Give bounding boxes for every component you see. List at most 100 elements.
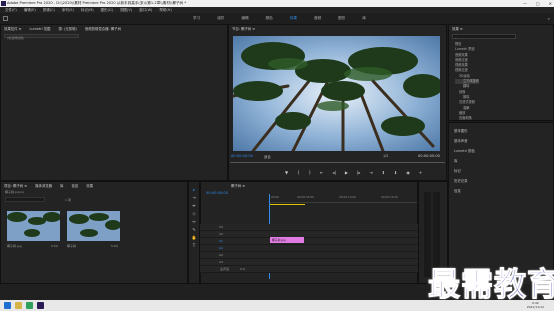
track-v3[interactable]: V3 (200, 224, 418, 231)
timeline-clip[interactable]: 椰子树.jpg (270, 237, 304, 243)
add-icon[interactable]: + (419, 170, 422, 175)
slip-tool-icon[interactable]: ↔ (192, 219, 195, 224)
minimize-button[interactable]: — (523, 1, 527, 6)
transport-controls: ▼ { } ⇤ ◂| ▶ |▸ ⇥ ⬆ ⬇ ◉ + (285, 170, 422, 175)
track-select-tool-icon[interactable]: ⇥ (192, 195, 195, 200)
tab-timeline-sequence[interactable]: 椰子树 ≡ (231, 183, 245, 188)
panel-markers[interactable]: 标记 (454, 166, 548, 176)
maximize-button[interactable]: □ (536, 1, 540, 6)
menu-sequence[interactable]: 序列(S) (62, 8, 74, 13)
track-master: 主声道 0.0 (200, 266, 418, 273)
workspace-color[interactable]: 颜色 (266, 16, 273, 21)
item-count: 1 项 (65, 198, 71, 202)
menu-view[interactable]: 视图(V) (120, 8, 132, 13)
export-frame-icon[interactable]: ◉ (406, 170, 410, 175)
lift-icon[interactable]: ⬆ (382, 170, 385, 175)
track-a3[interactable]: A3 (200, 259, 418, 266)
file-explorer-icon[interactable] (15, 302, 22, 309)
workspace-editing[interactable]: 编辑 (241, 16, 248, 21)
in-point-icon[interactable]: { (297, 170, 300, 175)
track-v2[interactable]: V2 (200, 231, 418, 238)
hand-tool-icon[interactable]: ✋ (192, 235, 197, 240)
razor-tool-icon[interactable]: ◇ (192, 211, 195, 216)
step-forward-icon[interactable]: |▸ (357, 170, 360, 175)
menu-marker[interactable]: 标记(M) (81, 8, 94, 13)
palm-trees-image (233, 36, 440, 151)
selection-tool-icon[interactable]: ▸ (193, 187, 195, 192)
project-item-duration: 5:00 (51, 244, 58, 248)
home-icon[interactable] (3, 16, 8, 21)
tab-source[interactable]: 源: (无剪辑) (58, 26, 76, 31)
tab-effects-short[interactable]: 效果 (86, 183, 93, 188)
tab-media-browser[interactable]: 媒体浏览器 (35, 183, 52, 188)
track-v1[interactable]: V1 (200, 238, 418, 245)
tab-effect-controls[interactable]: 效果控件 ≡ (4, 26, 21, 31)
tab-effects[interactable]: 效果 ≡ (452, 26, 463, 31)
close-button[interactable]: ✕ (549, 1, 552, 6)
workspace-audio[interactable]: 音频 (314, 16, 321, 21)
panel-libraries[interactable]: 库 (454, 156, 548, 166)
track-a1[interactable]: A1 (200, 245, 418, 252)
ripple-edit-tool-icon[interactable]: ⇹ (192, 203, 195, 208)
menu-window[interactable]: 窗口(W) (139, 8, 152, 13)
tab-lumetri-scopes[interactable]: Lumetri 范围 (29, 26, 50, 31)
panel-history[interactable]: 历史记录 (454, 176, 548, 186)
tab-libraries[interactable]: 库 (60, 183, 63, 188)
pen-tool-icon[interactable]: ✎ (192, 227, 195, 232)
zoom-select[interactable]: 适合 (264, 154, 271, 159)
menu-file[interactable]: 文件(F) (5, 8, 17, 13)
timeline-timecode[interactable]: 00:00:00:00 (206, 191, 228, 195)
workspace-graphics[interactable]: 图形 (338, 16, 345, 21)
menu-graphics[interactable]: 图形(G) (101, 8, 113, 13)
start-icon[interactable] (4, 302, 11, 309)
tab-info[interactable]: 信息 (71, 183, 78, 188)
taskbar: 9:40 2021/11/12 (0, 300, 554, 311)
ruler-tick: 00:00:05:00 (297, 195, 315, 199)
extract-icon[interactable]: ⬇ (394, 170, 397, 175)
marker-icon[interactable]: ▼ (285, 170, 288, 175)
clip-selector[interactable]: (未选择剪辑) (4, 34, 79, 40)
go-to-out-icon[interactable]: ⇥ (369, 170, 372, 175)
project-item-name: 椰子树.jpg (7, 244, 22, 248)
tab-project[interactable]: 项目: 椰子树 ≡ (4, 183, 27, 188)
ruler-tick: 00:00:15:00 (381, 195, 399, 199)
work-area-bar[interactable] (270, 204, 305, 205)
workspace-libraries[interactable]: 库 (362, 16, 366, 21)
panel-lumetri-color[interactable]: Lumetri 颜色 (454, 146, 548, 156)
effects-search-input[interactable]: ⌕ (452, 34, 516, 40)
project-sequence-thumbnail[interactable] (67, 211, 120, 241)
browser-icon[interactable] (26, 302, 33, 309)
search-icon[interactable]: ⌕ (548, 16, 550, 21)
timeline-ruler[interactable]: 00:00 00:00:05:00 00:00:10:00 00:00:15:0… (269, 195, 417, 203)
menu-edit[interactable]: 编辑(E) (24, 8, 36, 13)
program-timecode-duration: 00:00:05:00 (418, 154, 440, 158)
go-to-in-icon[interactable]: ⇤ (320, 170, 323, 175)
tab-audio-mixer[interactable]: 音频剪辑混合器: 椰子树 (85, 26, 121, 31)
step-back-icon[interactable]: ◂| (333, 170, 336, 175)
project-search-input[interactable] (5, 197, 45, 202)
workspace-assembly[interactable]: 组件 (217, 16, 224, 21)
panel-essential-sound[interactable]: 基本声音 (454, 136, 548, 146)
resolution-select[interactable]: 1/2 (383, 154, 388, 158)
panel-essential-graphics[interactable]: 基本图形 (454, 126, 548, 136)
program-video-frame (233, 36, 440, 151)
workspace-effects[interactable]: 效果 (290, 16, 297, 21)
program-timecode-current[interactable]: 00:00:00:00 (231, 154, 253, 158)
menu-clip[interactable]: 剪辑(C) (43, 8, 55, 13)
panel-info[interactable]: 信息 (454, 186, 548, 196)
premiere-taskbar-icon[interactable] (37, 302, 44, 309)
playhead-bar[interactable] (230, 162, 445, 163)
out-point-icon[interactable]: } (309, 170, 312, 175)
effects-item[interactable]: 页面剥落 (455, 116, 479, 121)
project-item-thumbnail[interactable] (7, 211, 60, 241)
tab-program[interactable]: 节目: 椰子树 ≡ (232, 26, 255, 31)
type-tool-icon[interactable]: T (193, 243, 195, 248)
window-title: Adobe Premiere Pro 2020 - D:\\2020\\素材 P… (7, 1, 187, 5)
workspace-learn[interactable]: 学习 (193, 16, 200, 21)
project-sequence-duration: 5:00 (111, 244, 118, 248)
track-a2[interactable]: A2 (200, 252, 418, 259)
play-icon[interactable]: ▶ (345, 170, 348, 175)
menu-help[interactable]: 帮助(H) (159, 8, 171, 13)
master-value[interactable]: 0.0 (240, 267, 245, 271)
clock[interactable]: 9:40 2021/11/12 (527, 301, 544, 309)
